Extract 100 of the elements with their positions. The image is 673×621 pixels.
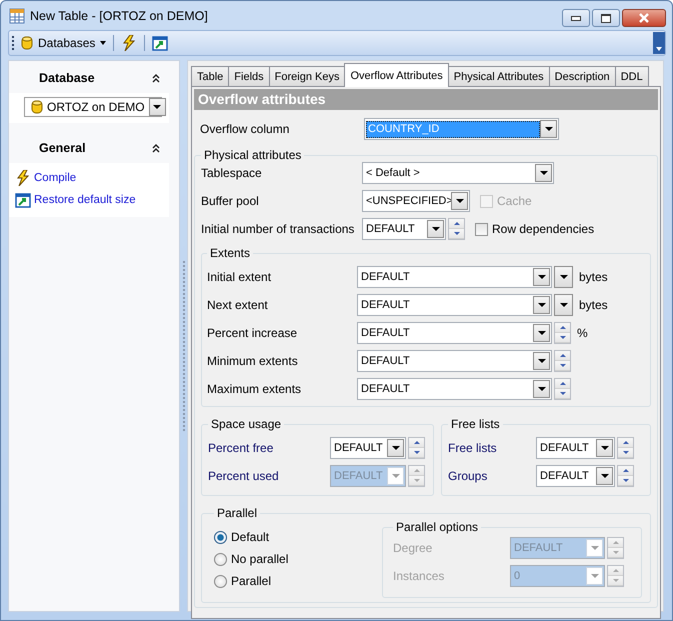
- databases-dropdown[interactable]: Databases: [18, 35, 110, 51]
- field-label: Degree: [393, 541, 434, 555]
- tab[interactable]: Table: [191, 66, 230, 86]
- caret-icon: [538, 303, 546, 307]
- minimize-button[interactable]: [562, 9, 590, 27]
- dropdown-button[interactable]: [533, 380, 550, 398]
- tab[interactable]: Overflow Attributes: [344, 63, 449, 87]
- sidebar-link[interactable]: Restore default size: [34, 194, 136, 206]
- dropdown-button[interactable]: [533, 324, 550, 342]
- spin-down-button[interactable]: [449, 229, 464, 239]
- checkbox-label: Cache: [497, 194, 532, 208]
- caret-icon: [153, 105, 162, 109]
- combo-box[interactable]: <UNSPECIFIED>: [362, 190, 470, 212]
- spin-up-button[interactable]: [555, 323, 570, 333]
- dropdown-button[interactable]: [148, 98, 166, 116]
- caret-icon: [560, 303, 568, 307]
- checkbox[interactable]: [475, 222, 488, 236]
- combo-box[interactable]: DEFAULT: [357, 322, 552, 344]
- dropdown-button[interactable]: [540, 120, 557, 138]
- radio-label: Default: [231, 530, 270, 544]
- radio-button[interactable]: [214, 530, 227, 544]
- combo-box[interactable]: < Default >: [362, 162, 554, 184]
- close-button[interactable]: [622, 9, 666, 27]
- spin-down-button[interactable]: [555, 333, 570, 343]
- down-arrow-icon: [612, 579, 618, 582]
- lightning-icon: [15, 170, 31, 186]
- field-label: Minimum extents: [207, 354, 299, 368]
- combo-box[interactable]: DEFAULT: [330, 437, 406, 459]
- dropdown-button[interactable]: [387, 439, 404, 457]
- spin-down-button[interactable]: [618, 448, 633, 458]
- combo-box[interactable]: DEFAULT: [362, 218, 446, 240]
- tab[interactable]: Description: [548, 66, 616, 86]
- field-label: Groups: [448, 469, 488, 483]
- radio-label: No parallel: [231, 552, 288, 566]
- spin-up-button[interactable]: [555, 379, 570, 389]
- combo-box[interactable]: DEFAULT: [536, 437, 615, 459]
- checkbox-label: Row dependencies: [492, 222, 594, 236]
- dropdown-button[interactable]: [596, 467, 613, 485]
- dropdown-button[interactable]: [535, 164, 552, 182]
- unit-label: %: [577, 326, 588, 340]
- caret-icon: [600, 446, 608, 450]
- group-title: Physical attributes: [203, 148, 302, 162]
- down-arrow-icon: [414, 479, 420, 482]
- spin-up-button[interactable]: [555, 351, 570, 361]
- group-title: Extents: [209, 246, 252, 260]
- lightning-icon: [121, 35, 138, 51]
- combo-box[interactable]: DEFAULT: [536, 465, 615, 487]
- field-label: Percent used: [208, 469, 280, 483]
- spin-up-button[interactable]: [618, 466, 633, 476]
- field-label: Initial extent: [207, 270, 272, 284]
- radio-button[interactable]: [214, 552, 227, 566]
- combo-box[interactable]: DEFAULT: [357, 294, 552, 316]
- spin-up-button[interactable]: [409, 438, 424, 448]
- tab[interactable]: Physical Attributes: [448, 66, 550, 86]
- dropdown-button[interactable]: [451, 192, 468, 210]
- panel-header: Overflow attributes: [194, 89, 658, 110]
- group-title: Parallel: [216, 506, 258, 520]
- field-label: Percent free: [208, 441, 274, 455]
- down-arrow-icon: [622, 479, 628, 482]
- sidebar-link[interactable]: Compile: [34, 172, 76, 184]
- tab[interactable]: Foreign Keys: [268, 66, 346, 86]
- tab[interactable]: DDL: [614, 66, 649, 86]
- dropdown-button[interactable]: [533, 268, 550, 286]
- up-arrow-icon: [560, 382, 566, 385]
- combo-box[interactable]: DEFAULT: [357, 378, 552, 400]
- spin-down-button[interactable]: [555, 361, 570, 371]
- field-label: Overflow column: [200, 122, 290, 136]
- up-arrow-icon: [414, 441, 420, 444]
- table-icon: [9, 8, 25, 24]
- dropdown-button[interactable]: [427, 220, 444, 238]
- caret-icon: [456, 199, 464, 203]
- spin-up-button[interactable]: [449, 219, 464, 229]
- spin-down-button[interactable]: [618, 476, 633, 486]
- section-title: General: [39, 141, 86, 155]
- spin-down-button[interactable]: [409, 448, 424, 458]
- field-label: Buffer pool: [201, 194, 260, 208]
- section-title: Database: [39, 71, 95, 85]
- spin-down-button[interactable]: [555, 389, 570, 399]
- down-arrow-icon: [414, 451, 420, 454]
- up-arrow-icon: [560, 326, 566, 329]
- toolbar-options-button[interactable]: [653, 32, 665, 54]
- dropdown-button[interactable]: [533, 352, 550, 370]
- field-label: Tablespace: [201, 166, 263, 180]
- maximize-button[interactable]: [592, 9, 620, 27]
- field-label: Free lists: [448, 441, 498, 455]
- dropdown-button[interactable]: [554, 294, 573, 316]
- tab[interactable]: Fields: [228, 66, 270, 86]
- combo-box[interactable]: DEFAULT: [357, 350, 552, 372]
- dropdown-button[interactable]: [554, 266, 573, 288]
- dropdown-button[interactable]: [533, 296, 550, 314]
- caret-icon: [538, 331, 546, 335]
- dropdown-button[interactable]: [596, 439, 613, 457]
- combo-box[interactable]: DEFAULT: [357, 266, 552, 288]
- up-arrow-icon: [414, 469, 420, 472]
- radio-button[interactable]: [214, 574, 227, 588]
- collapse-icon[interactable]: [151, 73, 161, 83]
- caret-icon: [600, 474, 608, 478]
- maximize-icon: [601, 14, 611, 22]
- collapse-icon[interactable]: [151, 143, 161, 153]
- spin-up-button[interactable]: [618, 438, 633, 448]
